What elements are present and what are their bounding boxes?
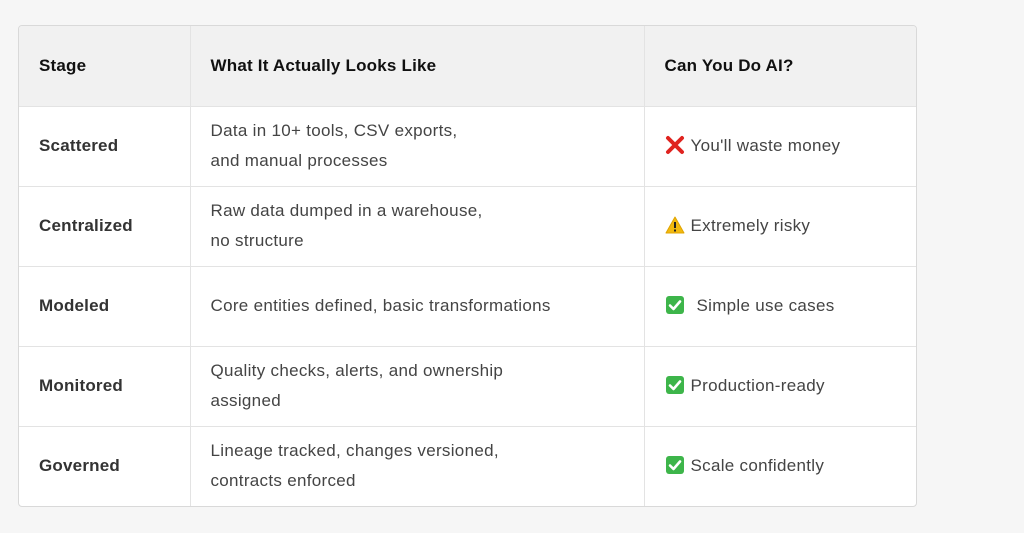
description-cell: Lineage tracked, changes versioned, cont… [190, 426, 645, 506]
table-row: Monitored Quality checks, alerts, and ow… [19, 346, 916, 427]
verdict-cell: You'll waste money [644, 106, 916, 187]
check-mark-icon [665, 295, 685, 315]
table-row: Centralized Raw data dumped in a warehou… [19, 186, 916, 267]
description-cell: Data in 10+ tools, CSV exports, and manu… [190, 106, 645, 187]
page: Stage What It Actually Looks Like Can Yo… [0, 0, 1024, 533]
description-line: Lineage tracked, changes versioned, [210, 441, 499, 461]
verdict-text: Extremely risky [690, 216, 811, 235]
cross-mark-icon [665, 135, 685, 155]
description-cell: Raw data dumped in a warehouse, no struc… [190, 186, 645, 267]
description-line: Quality checks, alerts, and ownership [210, 361, 504, 380]
header-stage: Stage [19, 26, 191, 107]
verdict-cell: Simple use cases [644, 266, 916, 347]
verdict-cell: Scale confidently [644, 426, 916, 506]
description-line: Core entities defined, basic transformat… [210, 296, 551, 315]
description-line: and manual processes [210, 151, 388, 170]
verdict-cell: Production-ready [644, 346, 916, 427]
verdict-text: Production-ready [690, 376, 825, 395]
description-line: Data in 10+ tools, CSV exports, [210, 121, 458, 140]
description-line: no structure [210, 231, 304, 250]
check-mark-icon [665, 375, 685, 395]
description-line: Raw data dumped in a warehouse, [210, 201, 483, 220]
stage-cell: Centralized [19, 186, 191, 267]
stage-cell: Monitored [19, 346, 191, 427]
verdict-text: Scale confidently [690, 456, 825, 476]
data-maturity-table: Stage What It Actually Looks Like Can Yo… [18, 25, 917, 507]
description-line: assigned [210, 391, 281, 410]
table-row: Modeled Core entities defined, basic tra… [19, 266, 916, 347]
table-row: Scattered Data in 10+ tools, CSV exports… [19, 106, 916, 187]
verdict-text: Simple use cases [696, 296, 835, 315]
warning-icon [665, 216, 685, 234]
header-looks-like: What It Actually Looks Like [190, 26, 645, 107]
description-cell: Core entities defined, basic transformat… [190, 266, 645, 347]
verdict-cell: Extremely risky [644, 186, 916, 267]
stage-cell: Scattered [19, 106, 191, 187]
verdict-text: You'll waste money [690, 136, 841, 155]
stage-cell: Governed [19, 426, 191, 506]
stage-cell: Modeled [19, 266, 191, 347]
check-mark-icon [665, 455, 685, 475]
description-cell: Quality checks, alerts, and ownership as… [190, 346, 645, 427]
table-row: Governed Lineage tracked, changes versio… [19, 426, 916, 506]
table-header-row: Stage What It Actually Looks Like Can Yo… [19, 26, 916, 107]
description-line: contracts enforced [210, 471, 356, 491]
table: Stage What It Actually Looks Like Can Yo… [19, 26, 916, 506]
header-can-do-ai: Can You Do AI? [644, 26, 916, 107]
